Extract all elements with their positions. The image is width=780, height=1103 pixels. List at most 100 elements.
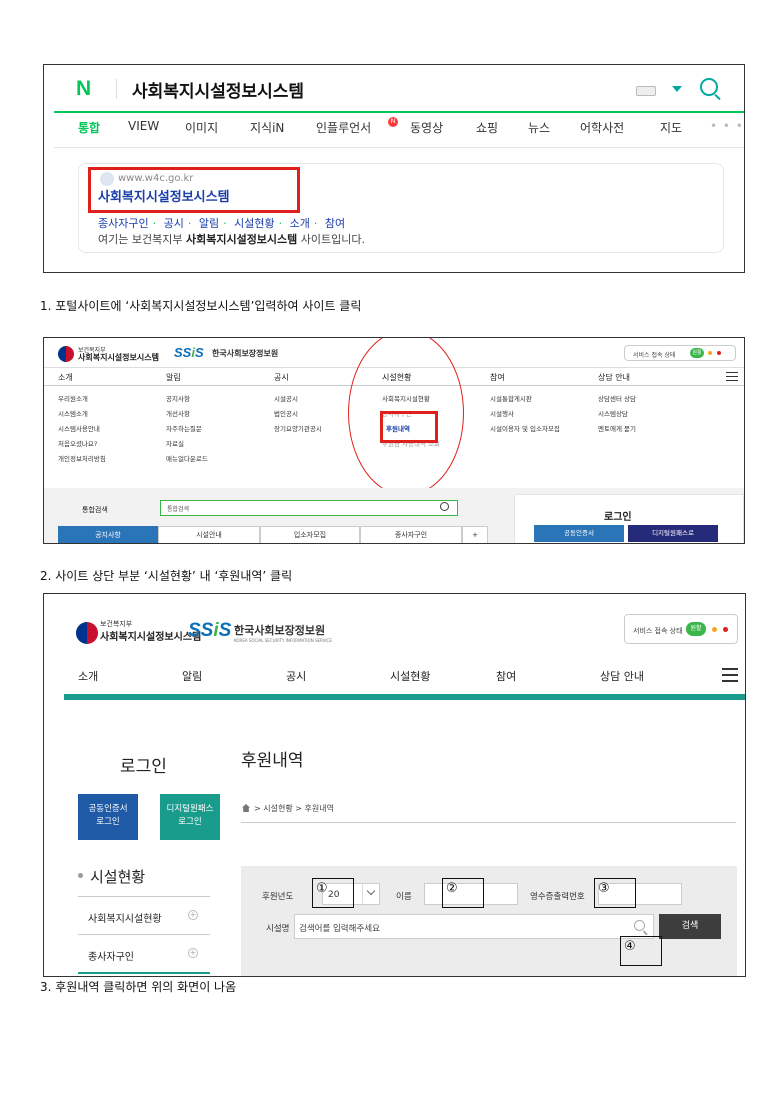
status-yellow-dot-icon bbox=[708, 351, 712, 355]
tab-knowledge-in[interactable]: 지식iN bbox=[250, 119, 284, 136]
menu-accent-bar bbox=[64, 694, 745, 700]
site-menu-screenshot: 보건복지부 사회복지시설정보시스템 SSiS 한국사회보장정보원 서비스 접속 … bbox=[43, 337, 745, 544]
tab-facility-info[interactable]: 시설안내 bbox=[158, 526, 260, 543]
submenu-item[interactable]: 시설공시 bbox=[274, 393, 298, 403]
name-label: 이름 bbox=[396, 892, 412, 902]
receipt-number-label: 영수증출력번호 bbox=[530, 892, 585, 902]
donation-page-screenshot: 보건복지부 사회복지시설정보시스템 SSiS 한국사회보장정보원 KOREA S… bbox=[43, 593, 746, 977]
main-menu: 소개 알림 공시 시설현황 참여 상담 안내 bbox=[44, 658, 745, 692]
submenu-item[interactable]: 멘토에게 묻기 bbox=[598, 423, 636, 433]
search-header: N 사회복지시설정보시스템 bbox=[44, 65, 744, 111]
integrated-search-label: 통합검색 bbox=[82, 506, 108, 514]
tab-resident-recruit[interactable]: 입소자모집 bbox=[260, 526, 360, 543]
menu-about[interactable]: 소개 bbox=[58, 372, 73, 383]
marker-4: ④ bbox=[620, 936, 662, 966]
tab-dictionary[interactable]: 어학사전 bbox=[580, 119, 624, 136]
expand-plus-icon[interactable]: + bbox=[188, 948, 198, 958]
naver-logo[interactable]: N bbox=[76, 77, 91, 101]
menu-about[interactable]: 소개 bbox=[78, 668, 98, 684]
search-box-underline bbox=[54, 111, 744, 113]
menu-facility-status[interactable]: 시설현황 bbox=[390, 668, 430, 684]
menu-participation[interactable]: 참여 bbox=[490, 372, 505, 383]
submenu-item[interactable]: 상담센터 상담 bbox=[598, 393, 636, 403]
tab-shopping[interactable]: 쇼핑 bbox=[476, 119, 498, 136]
cert-login-button[interactable]: 공동인증서 로그인 bbox=[78, 794, 138, 840]
sitelink-disclosure[interactable]: 공시 bbox=[164, 217, 184, 230]
menu-notice[interactable]: 알림 bbox=[166, 372, 181, 383]
new-badge: N bbox=[388, 117, 398, 127]
submenu-item[interactable]: 개선사항 bbox=[166, 408, 190, 418]
submenu-item[interactable]: 장기요양기관공시 bbox=[274, 423, 322, 433]
search-query-text[interactable]: 사회복지시설정보시스템 bbox=[132, 77, 304, 102]
sitelink-participation[interactable]: 참여 bbox=[325, 217, 345, 230]
submenu-item[interactable]: 시설통합게시판 bbox=[490, 393, 532, 403]
tab-images[interactable]: 이미지 bbox=[185, 119, 218, 136]
search-icon[interactable] bbox=[634, 920, 645, 931]
tab-notices[interactable]: 공지사항 bbox=[58, 526, 158, 543]
hamburger-icon[interactable] bbox=[726, 372, 738, 381]
submenu-item[interactable]: 시스템사용안내 bbox=[58, 423, 100, 433]
keyboard-icon[interactable] bbox=[636, 86, 656, 96]
marker-1: ① bbox=[312, 878, 354, 908]
expand-plus-icon[interactable]: + bbox=[188, 910, 198, 920]
facility-name-label: 시설명 bbox=[266, 924, 290, 934]
submenu-item[interactable]: 개인정보처리방침 bbox=[58, 453, 106, 463]
submenu-item[interactable]: 우리원소개 bbox=[58, 393, 88, 403]
tab-news[interactable]: 뉴스 bbox=[528, 119, 550, 136]
integrated-search-input[interactable]: 통합검색 bbox=[160, 500, 458, 516]
submenu-item[interactable]: 자료실 bbox=[166, 438, 184, 448]
chevron-down-icon[interactable] bbox=[362, 883, 380, 905]
system-name[interactable]: 사회복지시설정보시스템 bbox=[78, 352, 159, 363]
submenu-item[interactable]: 시설행사 bbox=[490, 408, 514, 418]
submenu-item[interactable]: 시설이용자 및 입소자모집 bbox=[490, 423, 560, 433]
submenu-item[interactable]: 매뉴얼다운로드 bbox=[166, 453, 208, 463]
tab-video[interactable]: 동영상 bbox=[410, 119, 443, 136]
sitelink-facility-status[interactable]: 시설현황 bbox=[234, 217, 274, 230]
search-icon[interactable] bbox=[700, 78, 718, 96]
tab-view[interactable]: VIEW bbox=[128, 119, 159, 133]
tab-integrated[interactable]: 통합 bbox=[78, 119, 100, 136]
more-tabs-icon[interactable]: • • • bbox=[710, 119, 744, 133]
search-button[interactable]: 검색 bbox=[659, 914, 721, 939]
sitelink-about[interactable]: 소개 bbox=[290, 217, 310, 230]
submenu-item[interactable]: 시스템소개 bbox=[58, 408, 88, 418]
sidebar-item-facility-status[interactable]: 사회복지시설현황 bbox=[88, 910, 162, 925]
caret-down-icon[interactable] bbox=[672, 86, 682, 92]
site-header: 보건복지부 사회복지시설정보시스템 SSiS 한국사회보장정보원 KOREA S… bbox=[44, 594, 745, 658]
header-divider bbox=[116, 79, 117, 99]
submenu-item[interactable]: 처음오셨나요? bbox=[58, 438, 97, 448]
sidebar-item-job-posts[interactable]: 종사자구인 bbox=[88, 948, 134, 963]
submenu-item[interactable]: 시스템상담 bbox=[598, 408, 628, 418]
submenu-item[interactable]: 법인공시 bbox=[274, 408, 298, 418]
tab-influencer[interactable]: 인플루언서 bbox=[316, 119, 371, 136]
menu-disclosure[interactable]: 공시 bbox=[286, 668, 306, 684]
sitelink-job[interactable]: 종사자구인 bbox=[98, 217, 149, 230]
tab-map[interactable]: 지도 bbox=[660, 119, 682, 136]
onepass-login-button[interactable]: 디지털원패스로 bbox=[628, 525, 718, 542]
menu-consulting[interactable]: 상담 안내 bbox=[598, 372, 630, 383]
tab-job-posts[interactable]: 종사자구인 bbox=[360, 526, 462, 543]
submenu-item[interactable]: 자주하는질문 bbox=[166, 423, 202, 433]
sitelink-notice[interactable]: 알림 bbox=[199, 217, 219, 230]
tab-add-icon[interactable]: + bbox=[462, 526, 488, 543]
sidebar-divider bbox=[78, 934, 210, 935]
menu-participation[interactable]: 참여 bbox=[496, 668, 516, 684]
hamburger-icon[interactable] bbox=[722, 668, 738, 682]
ssis-logo[interactable]: SSiS bbox=[188, 620, 231, 642]
home-icon[interactable] bbox=[242, 804, 250, 812]
menu-consulting[interactable]: 상담 안내 bbox=[600, 668, 644, 684]
breadcrumb: > 시설현황 > 후원내역 bbox=[254, 804, 334, 813]
system-name[interactable]: 사회복지시설정보시스템 bbox=[100, 628, 201, 643]
naver-search-screenshot: N 사회복지시설정보시스템 통합 VIEW 이미지 지식iN 인플루언서 N 동… bbox=[43, 64, 745, 273]
status-value-badge: 원활 bbox=[686, 622, 706, 636]
search-icon[interactable] bbox=[440, 502, 449, 511]
onepass-login-button[interactable]: 디지털원패스 로그인 bbox=[160, 794, 220, 840]
ssis-org-name: 한국사회보장정보원 bbox=[212, 349, 279, 358]
menu-disclosure[interactable]: 공시 bbox=[274, 372, 289, 383]
status-red-dot-icon bbox=[717, 351, 721, 355]
cert-login-button[interactable]: 공동인증서 bbox=[534, 525, 624, 542]
menu-notice[interactable]: 알림 bbox=[182, 668, 202, 684]
ssis-logo[interactable]: SSiS bbox=[174, 345, 204, 360]
submenu-item[interactable]: 공지사항 bbox=[166, 393, 190, 403]
highlight-box bbox=[88, 167, 300, 213]
